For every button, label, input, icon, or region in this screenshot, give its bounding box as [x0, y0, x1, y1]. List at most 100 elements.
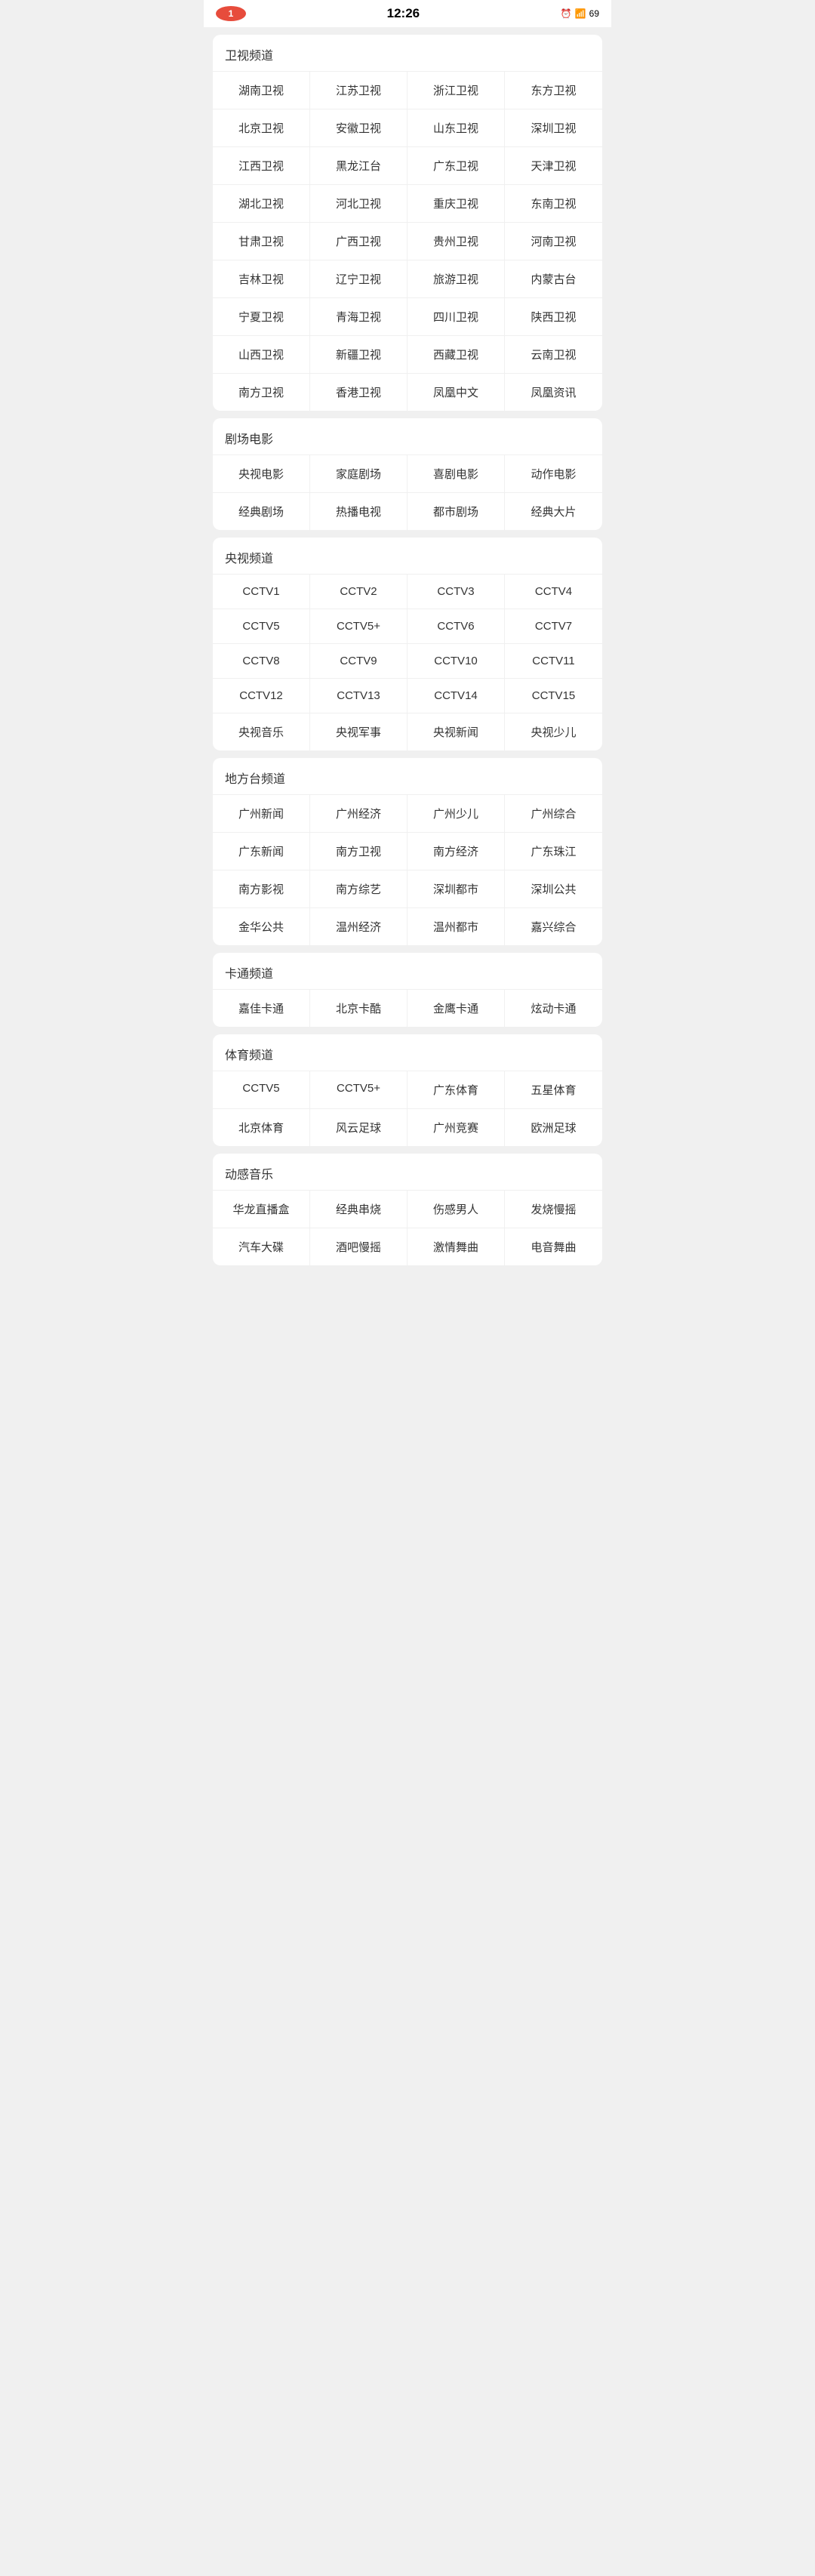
grid-item[interactable]: 四川卫视 — [408, 298, 505, 336]
grid-item[interactable]: CCTV5+ — [310, 1071, 408, 1109]
grid-item[interactable]: 热播电视 — [310, 493, 408, 530]
grid-item[interactable]: 旅游卫视 — [408, 260, 505, 298]
grid-item[interactable]: 南方影视 — [213, 870, 310, 908]
grid-item[interactable]: 陕西卫视 — [505, 298, 602, 336]
grid-item[interactable]: CCTV7 — [505, 609, 602, 644]
grid-item[interactable]: 家庭剧场 — [310, 455, 408, 493]
grid-item[interactable]: CCTV14 — [408, 679, 505, 713]
grid-item[interactable]: 天津卫视 — [505, 147, 602, 185]
grid-item[interactable]: 山东卫视 — [408, 109, 505, 147]
grid-item[interactable]: 经典串烧 — [310, 1191, 408, 1228]
grid-item[interactable]: 湖南卫视 — [213, 72, 310, 109]
grid-item[interactable]: 温州经济 — [310, 908, 408, 945]
grid-item[interactable]: 江苏卫视 — [310, 72, 408, 109]
grid-item[interactable]: 金鹰卡通 — [408, 990, 505, 1027]
grid-item[interactable]: CCTV5 — [213, 1071, 310, 1109]
grid-item[interactable]: 南方经济 — [408, 833, 505, 870]
grid-item[interactable]: CCTV5 — [213, 609, 310, 644]
grid-item[interactable]: 山西卫视 — [213, 336, 310, 374]
grid-item[interactable]: 西藏卫视 — [408, 336, 505, 374]
grid-item[interactable]: 深圳都市 — [408, 870, 505, 908]
grid-item[interactable]: CCTV1 — [213, 575, 310, 609]
grid-item[interactable]: 广西卫视 — [310, 223, 408, 260]
grid-item[interactable]: 金华公共 — [213, 908, 310, 945]
grid-item[interactable]: 北京体育 — [213, 1109, 310, 1146]
grid-item[interactable]: 广东体育 — [408, 1071, 505, 1109]
grid-item[interactable]: CCTV3 — [408, 575, 505, 609]
grid-item[interactable]: 央视音乐 — [213, 713, 310, 750]
grid-item[interactable]: 激情舞曲 — [408, 1228, 505, 1265]
grid-item[interactable]: 五星体育 — [505, 1071, 602, 1109]
grid-item[interactable]: 辽宁卫视 — [310, 260, 408, 298]
grid-item[interactable]: 安徽卫视 — [310, 109, 408, 147]
grid-item[interactable]: 广州少儿 — [408, 795, 505, 833]
grid-item[interactable]: 温州都市 — [408, 908, 505, 945]
grid-item[interactable]: 广州综合 — [505, 795, 602, 833]
grid-item[interactable]: 央视少儿 — [505, 713, 602, 750]
grid-item[interactable]: 东南卫视 — [505, 185, 602, 223]
grid-item[interactable]: 湖北卫视 — [213, 185, 310, 223]
grid-item[interactable]: 凤凰中文 — [408, 374, 505, 411]
grid-item[interactable]: 黑龙江台 — [310, 147, 408, 185]
grid-item[interactable]: CCTV8 — [213, 644, 310, 679]
grid-item[interactable]: CCTV6 — [408, 609, 505, 644]
grid-item[interactable]: CCTV5+ — [310, 609, 408, 644]
grid-item[interactable]: 吉林卫视 — [213, 260, 310, 298]
grid-item[interactable]: 欧洲足球 — [505, 1109, 602, 1146]
grid-item[interactable]: 甘肃卫视 — [213, 223, 310, 260]
grid-item[interactable]: 汽车大碟 — [213, 1228, 310, 1265]
grid-item[interactable]: 炫动卡通 — [505, 990, 602, 1027]
grid-item[interactable]: 深圳公共 — [505, 870, 602, 908]
grid-item[interactable]: CCTV4 — [505, 575, 602, 609]
grid-item[interactable]: 广州新闻 — [213, 795, 310, 833]
grid-item[interactable]: 电音舞曲 — [505, 1228, 602, 1265]
grid-item[interactable]: 凤凰资讯 — [505, 374, 602, 411]
grid-item[interactable]: 宁夏卫视 — [213, 298, 310, 336]
grid-item[interactable]: 河北卫视 — [310, 185, 408, 223]
grid-item[interactable]: 嘉佳卡通 — [213, 990, 310, 1027]
grid-item[interactable]: 经典剧场 — [213, 493, 310, 530]
grid-item[interactable]: 央视电影 — [213, 455, 310, 493]
grid-item[interactable]: 广州经济 — [310, 795, 408, 833]
grid-item[interactable]: 河南卫视 — [505, 223, 602, 260]
grid-item[interactable]: 贵州卫视 — [408, 223, 505, 260]
grid-item[interactable]: 都市剧场 — [408, 493, 505, 530]
grid-item[interactable]: CCTV11 — [505, 644, 602, 679]
grid-item[interactable]: CCTV15 — [505, 679, 602, 713]
grid-item[interactable]: CCTV13 — [310, 679, 408, 713]
grid-item[interactable]: 东方卫视 — [505, 72, 602, 109]
grid-item[interactable]: 江西卫视 — [213, 147, 310, 185]
grid-item[interactable]: 酒吧慢摇 — [310, 1228, 408, 1265]
grid-item[interactable]: 发烧慢摇 — [505, 1191, 602, 1228]
grid-item[interactable]: 南方卫视 — [310, 833, 408, 870]
grid-item[interactable]: CCTV10 — [408, 644, 505, 679]
grid-item[interactable]: CCTV9 — [310, 644, 408, 679]
grid-item[interactable]: 喜剧电影 — [408, 455, 505, 493]
grid-item[interactable]: 广东珠江 — [505, 833, 602, 870]
grid-item[interactable]: 动作电影 — [505, 455, 602, 493]
grid-item[interactable]: 北京卡酷 — [310, 990, 408, 1027]
grid-item[interactable]: 青海卫视 — [310, 298, 408, 336]
grid-item[interactable]: 嘉兴综合 — [505, 908, 602, 945]
grid-item[interactable]: 央视新闻 — [408, 713, 505, 750]
grid-item[interactable]: 北京卫视 — [213, 109, 310, 147]
grid-item[interactable]: 新疆卫视 — [310, 336, 408, 374]
grid-item[interactable]: 伤感男人 — [408, 1191, 505, 1228]
grid-item[interactable]: 华龙直播盒 — [213, 1191, 310, 1228]
grid-item[interactable]: 广东新闻 — [213, 833, 310, 870]
grid-item[interactable]: 内蒙古台 — [505, 260, 602, 298]
grid-item[interactable]: 云南卫视 — [505, 336, 602, 374]
grid-item[interactable]: 重庆卫视 — [408, 185, 505, 223]
grid-item[interactable]: 香港卫视 — [310, 374, 408, 411]
grid-item[interactable]: 南方卫视 — [213, 374, 310, 411]
grid-item[interactable]: 深圳卫视 — [505, 109, 602, 147]
grid-item[interactable]: 央视军事 — [310, 713, 408, 750]
grid-item[interactable]: 经典大片 — [505, 493, 602, 530]
grid-item[interactable]: 南方综艺 — [310, 870, 408, 908]
grid-item[interactable]: 浙江卫视 — [408, 72, 505, 109]
grid-item[interactable]: 广州竞赛 — [408, 1109, 505, 1146]
grid-item[interactable]: 广东卫视 — [408, 147, 505, 185]
grid-item[interactable]: CCTV2 — [310, 575, 408, 609]
grid-item[interactable]: CCTV12 — [213, 679, 310, 713]
grid-item[interactable]: 风云足球 — [310, 1109, 408, 1146]
